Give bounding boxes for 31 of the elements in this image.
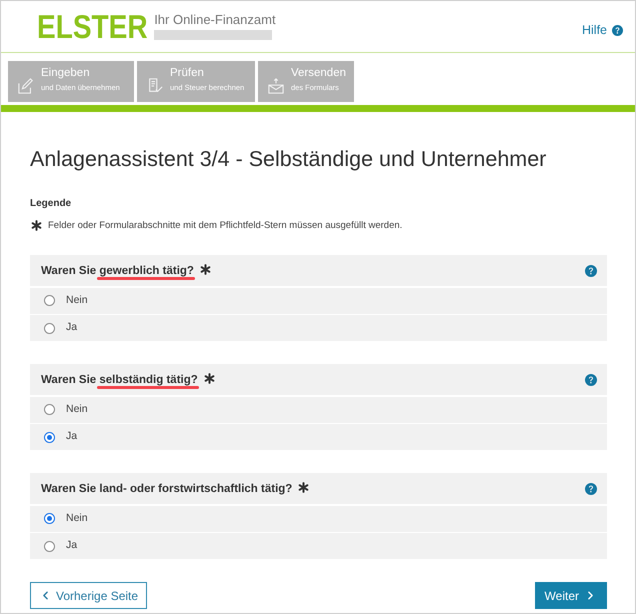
radio-option[interactable]: Ja [30,315,607,341]
pencil-in-box-icon [18,78,34,94]
page-title: Anlagenassistent 3/4 - Selbständige und Unternehmer [30,146,548,172]
radio-button[interactable] [44,432,55,442]
question-text: Waren Sie gewerblich tätig? [41,264,194,278]
previous-page-button[interactable]: Vorherige Seite [30,582,148,609]
radio-button[interactable] [44,513,55,524]
required-star-icon [31,220,42,231]
help-icon[interactable] [585,482,597,494]
radio-option[interactable]: Nein [30,396,607,422]
legend-text: Felder oder Formularabschnitte mit dem Pflichtfeld-Stern müssen ausgefüllt werden. [48,220,402,231]
envelope-arrow-icon [268,78,284,94]
radio-option[interactable]: Nein [30,506,607,532]
help-icon [612,24,623,36]
radio-option[interactable]: Ja [30,533,607,559]
question-text: Waren Sie land- oder forstwirtschaftlich tätig? [41,482,292,496]
legend-heading: Legende [30,198,72,210]
radio-button[interactable] [44,404,55,415]
help-link[interactable]: Hilfe [582,21,623,40]
question-text: Waren Sie selbständig tätig? [41,372,198,386]
radio-button[interactable] [44,295,55,306]
radio-option[interactable]: Ja [30,424,607,450]
tagline-text: Ihr Online-Finanzamt [154,12,276,28]
next-button[interactable]: Weiter [534,582,607,609]
help-icon[interactable] [585,264,597,276]
radio-button[interactable] [44,322,55,334]
logo-text: ELSTER [37,10,148,44]
help-icon[interactable] [585,374,597,386]
radio-button[interactable] [44,540,55,552]
radio-option[interactable]: Nein [30,288,607,314]
document-check-icon [147,78,163,94]
